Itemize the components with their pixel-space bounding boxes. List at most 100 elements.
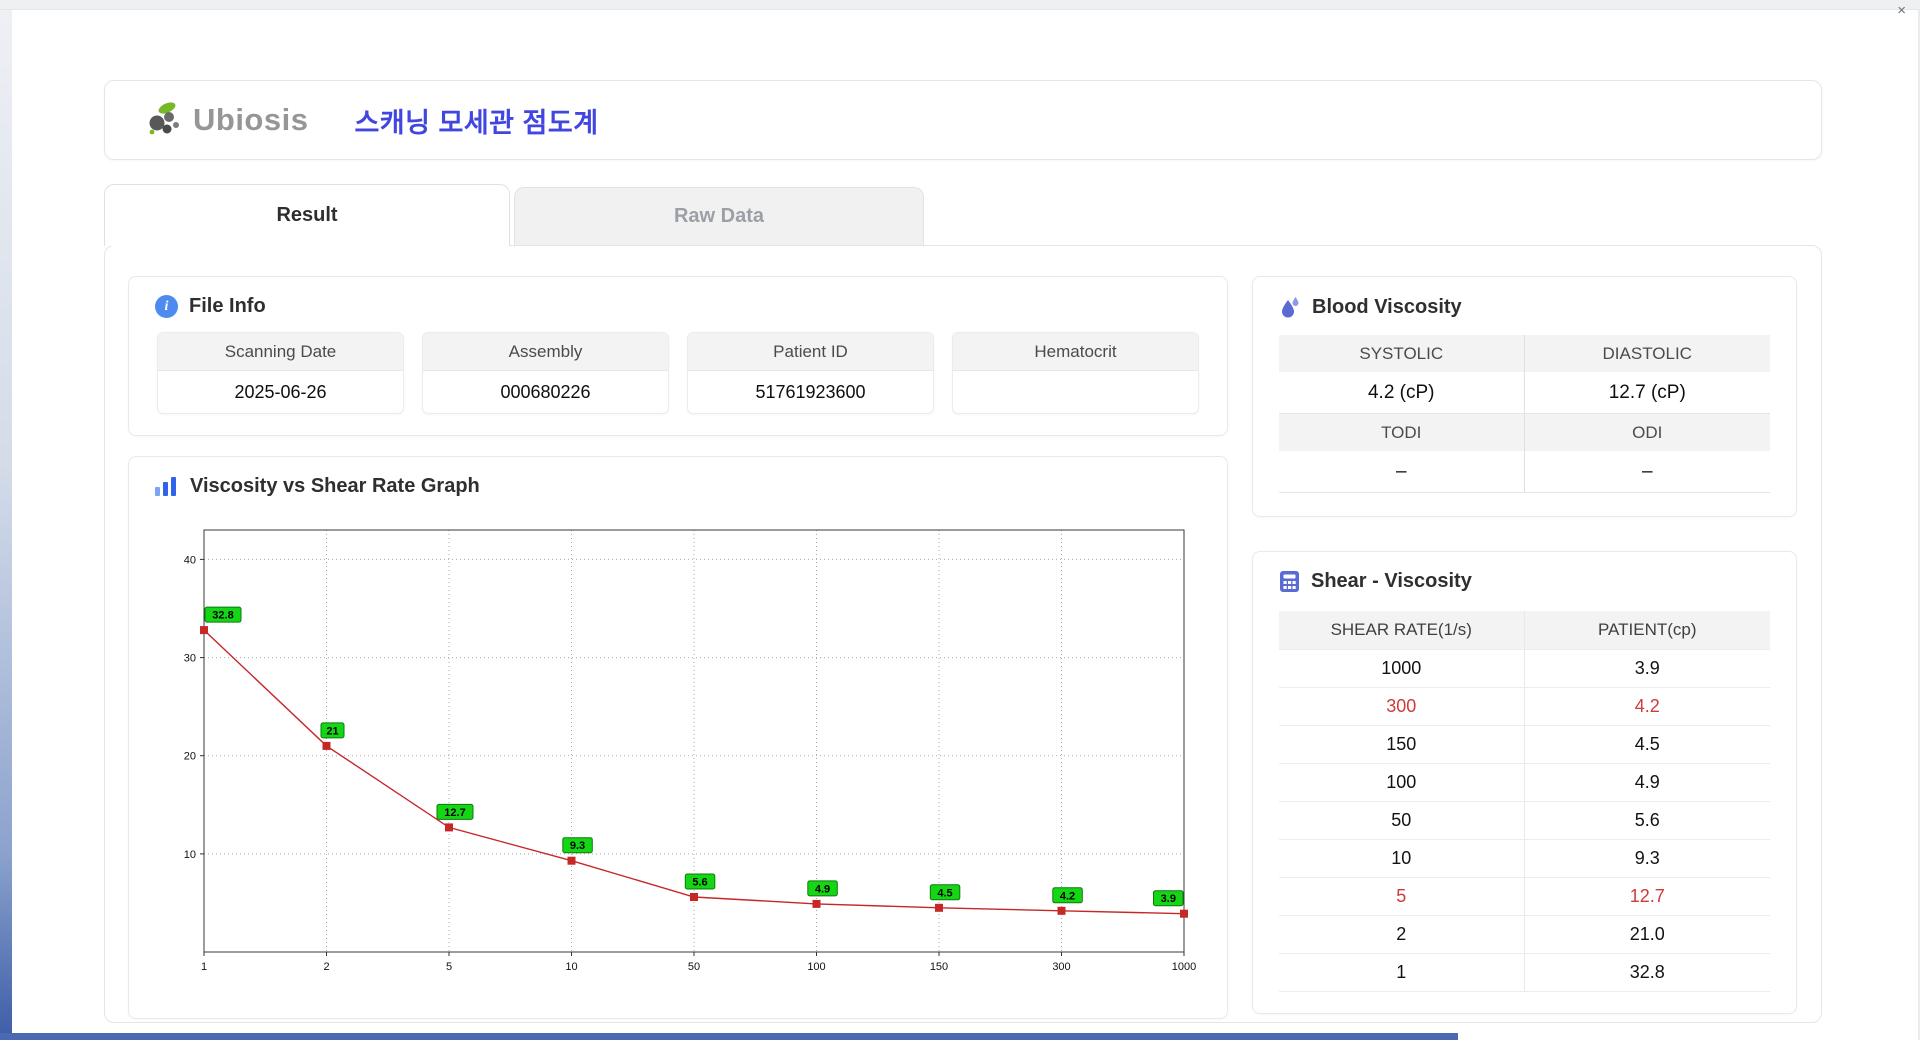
bv-value-todi: – — [1279, 451, 1525, 493]
patient-viscosity-cell: 12.7 — [1524, 878, 1770, 916]
svg-text:3.9: 3.9 — [1161, 893, 1176, 905]
file-info-field-value: 000680226 — [500, 381, 591, 402]
shear-rate-cell: 1000 — [1279, 650, 1525, 688]
bv-header-odi: ODI — [1524, 414, 1770, 451]
shear-viscosity-header: Shear - Viscosity — [1253, 552, 1796, 605]
file-info-field-value — [953, 371, 1198, 413]
svg-text:40: 40 — [184, 554, 196, 566]
svg-text:5.6: 5.6 — [692, 877, 707, 889]
svg-text:10: 10 — [565, 961, 577, 973]
svg-text:21: 21 — [326, 725, 338, 737]
patient-viscosity-cell: 4.9 — [1524, 764, 1770, 802]
table-row: 100 4.9 — [1279, 764, 1770, 802]
tab-result[interactable]: Result — [104, 184, 510, 246]
app-title: 스캐닝 모세관 점도계 — [354, 107, 599, 138]
shear-rate-cell: 10 — [1279, 840, 1525, 878]
shear-table-body: 1000 3.9 300 4.2 150 4.5 100 4.9 50 5.6 10 9.3 5 12.7… — [1279, 650, 1770, 992]
svg-text:32.8: 32.8 — [212, 610, 233, 622]
svg-text:4.5: 4.5 — [937, 887, 952, 899]
file-info-field-label: Hematocrit — [953, 333, 1198, 371]
file-info-header: i File Info — [129, 277, 1227, 330]
svg-text:12.7: 12.7 — [444, 807, 465, 819]
svg-text:9.3: 9.3 — [570, 840, 585, 852]
shear-rate-cell: 1 — [1279, 954, 1525, 992]
svg-text:4.2: 4.2 — [1060, 890, 1075, 902]
table-row: 5 12.7 — [1279, 878, 1770, 916]
bv-header-systolic: SYSTOLIC — [1279, 335, 1525, 372]
background-window-left-edge — [0, 10, 12, 1040]
file-info-field: Assembly 000680226 — [422, 332, 669, 414]
shear-viscosity-card: Shear - Viscosity SHEAR RATE(1/s) PATIEN… — [1252, 551, 1797, 1014]
table-row: 10 9.3 — [1279, 840, 1770, 878]
shear-rate-column-header: SHEAR RATE(1/s) — [1279, 611, 1525, 650]
svg-text:300: 300 — [1052, 961, 1070, 973]
svg-text:150: 150 — [930, 961, 948, 973]
svg-text:10: 10 — [184, 849, 196, 861]
table-row: 1 32.8 — [1279, 954, 1770, 992]
table-row: 300 4.2 — [1279, 688, 1770, 726]
table-header-row: SHEAR RATE(1/s) PATIENT(cp) — [1279, 611, 1770, 650]
file-info-field-label: Patient ID — [688, 333, 933, 371]
patient-viscosity-cell: 4.2 — [1524, 688, 1770, 726]
svg-text:4.9: 4.9 — [815, 883, 830, 895]
viscosity-shear-chart: 10 20 30 40 1 2 5 10 50 100 150 300 1000 32.8 21 12.7 9.… — [184, 529, 1196, 973]
ubiosis-logo: Ubiosis — [143, 99, 308, 141]
file-info-field-value: 51761923600 — [755, 381, 866, 402]
table-row: 50 5.6 — [1279, 802, 1770, 840]
table-row: 2 21.0 — [1279, 916, 1770, 954]
calculator-icon — [1280, 571, 1299, 592]
blood-viscosity-title: Blood Viscosity — [1312, 295, 1462, 318]
ubiosis-logo-text: Ubiosis — [193, 102, 309, 137]
svg-text:5: 5 — [446, 961, 452, 973]
shear-rate-cell: 300 — [1279, 688, 1525, 726]
file-info-field-label: Assembly — [423, 333, 668, 371]
shear-rate-cell: 2 — [1279, 916, 1525, 954]
file-info-field: Hematocrit — [952, 332, 1199, 414]
svg-text:20: 20 — [184, 751, 196, 763]
bv-value-odi: – — [1524, 451, 1770, 493]
window-top-edge — [0, 0, 1920, 10]
file-info-fields: Scanning Date 2025-06-26 Assembly 000680226… — [129, 330, 1227, 414]
patient-viscosity-cell: 9.3 — [1524, 840, 1770, 878]
patient-column-header: PATIENT(cp) — [1524, 611, 1770, 650]
bv-value-systolic: 4.2 (cP) — [1279, 372, 1525, 414]
svg-text:2: 2 — [323, 961, 329, 973]
header-card: Ubiosis 스캐닝 모세관 점도계 — [104, 80, 1822, 160]
ubiosis-logo-icon — [149, 102, 179, 135]
file-info-field-value: 2025-06-26 — [234, 381, 327, 402]
shear-rate-cell: 150 — [1279, 726, 1525, 764]
svg-text:1000: 1000 — [1172, 961, 1196, 973]
bv-value-diastolic: 12.7 (cP) — [1524, 372, 1770, 414]
blood-viscosity-grid: SYSTOLIC DIASTOLIC 4.2 (cP) 12.7 (cP) TO… — [1279, 335, 1770, 493]
info-icon: i — [155, 295, 178, 318]
bv-header-todi: TODI — [1279, 414, 1525, 451]
svg-text:1: 1 — [201, 961, 207, 973]
file-info-title: File Info — [189, 295, 266, 317]
shear-rate-cell: 100 — [1279, 764, 1525, 802]
patient-viscosity-cell: 21.0 — [1524, 916, 1770, 954]
shear-rate-cell: 50 — [1279, 802, 1525, 840]
background-window-bottom-edge — [0, 1033, 1458, 1040]
close-icon[interactable]: × — [1897, 3, 1906, 18]
graph-header: Viscosity vs Shear Rate Graph — [129, 457, 1227, 510]
file-info-field: Patient ID 51761923600 — [687, 332, 934, 414]
graph-title: Viscosity vs Shear Rate Graph — [190, 475, 480, 497]
patient-viscosity-cell: 32.8 — [1524, 954, 1770, 992]
bv-header-diastolic: DIASTOLIC — [1524, 335, 1770, 372]
svg-text:30: 30 — [184, 653, 196, 665]
shear-viscosity-table: SHEAR RATE(1/s) PATIENT(cp) 1000 3.9 300 4.… — [1279, 611, 1770, 992]
svg-text:100: 100 — [807, 961, 825, 973]
tab-raw-data[interactable]: Raw Data — [514, 187, 924, 245]
blood-viscosity-card: Blood Viscosity SYSTOLIC DIASTOLIC 4.2 (… — [1252, 276, 1797, 517]
svg-text:50: 50 — [688, 961, 700, 973]
patient-viscosity-cell: 3.9 — [1524, 650, 1770, 688]
water-drop-icon — [1282, 297, 1299, 318]
shear-viscosity-title: Shear - Viscosity — [1311, 570, 1472, 592]
patient-viscosity-cell: 5.6 — [1524, 802, 1770, 840]
blood-viscosity-header: Blood Viscosity — [1253, 277, 1796, 331]
shear-rate-cell: 5 — [1279, 878, 1525, 916]
table-row: 1000 3.9 — [1279, 650, 1770, 688]
patient-viscosity-cell: 4.5 — [1524, 726, 1770, 764]
file-info-card: i File Info Scanning Date 2025-06-26 Assem… — [128, 276, 1228, 436]
file-info-field: Scanning Date 2025-06-26 — [157, 332, 404, 414]
